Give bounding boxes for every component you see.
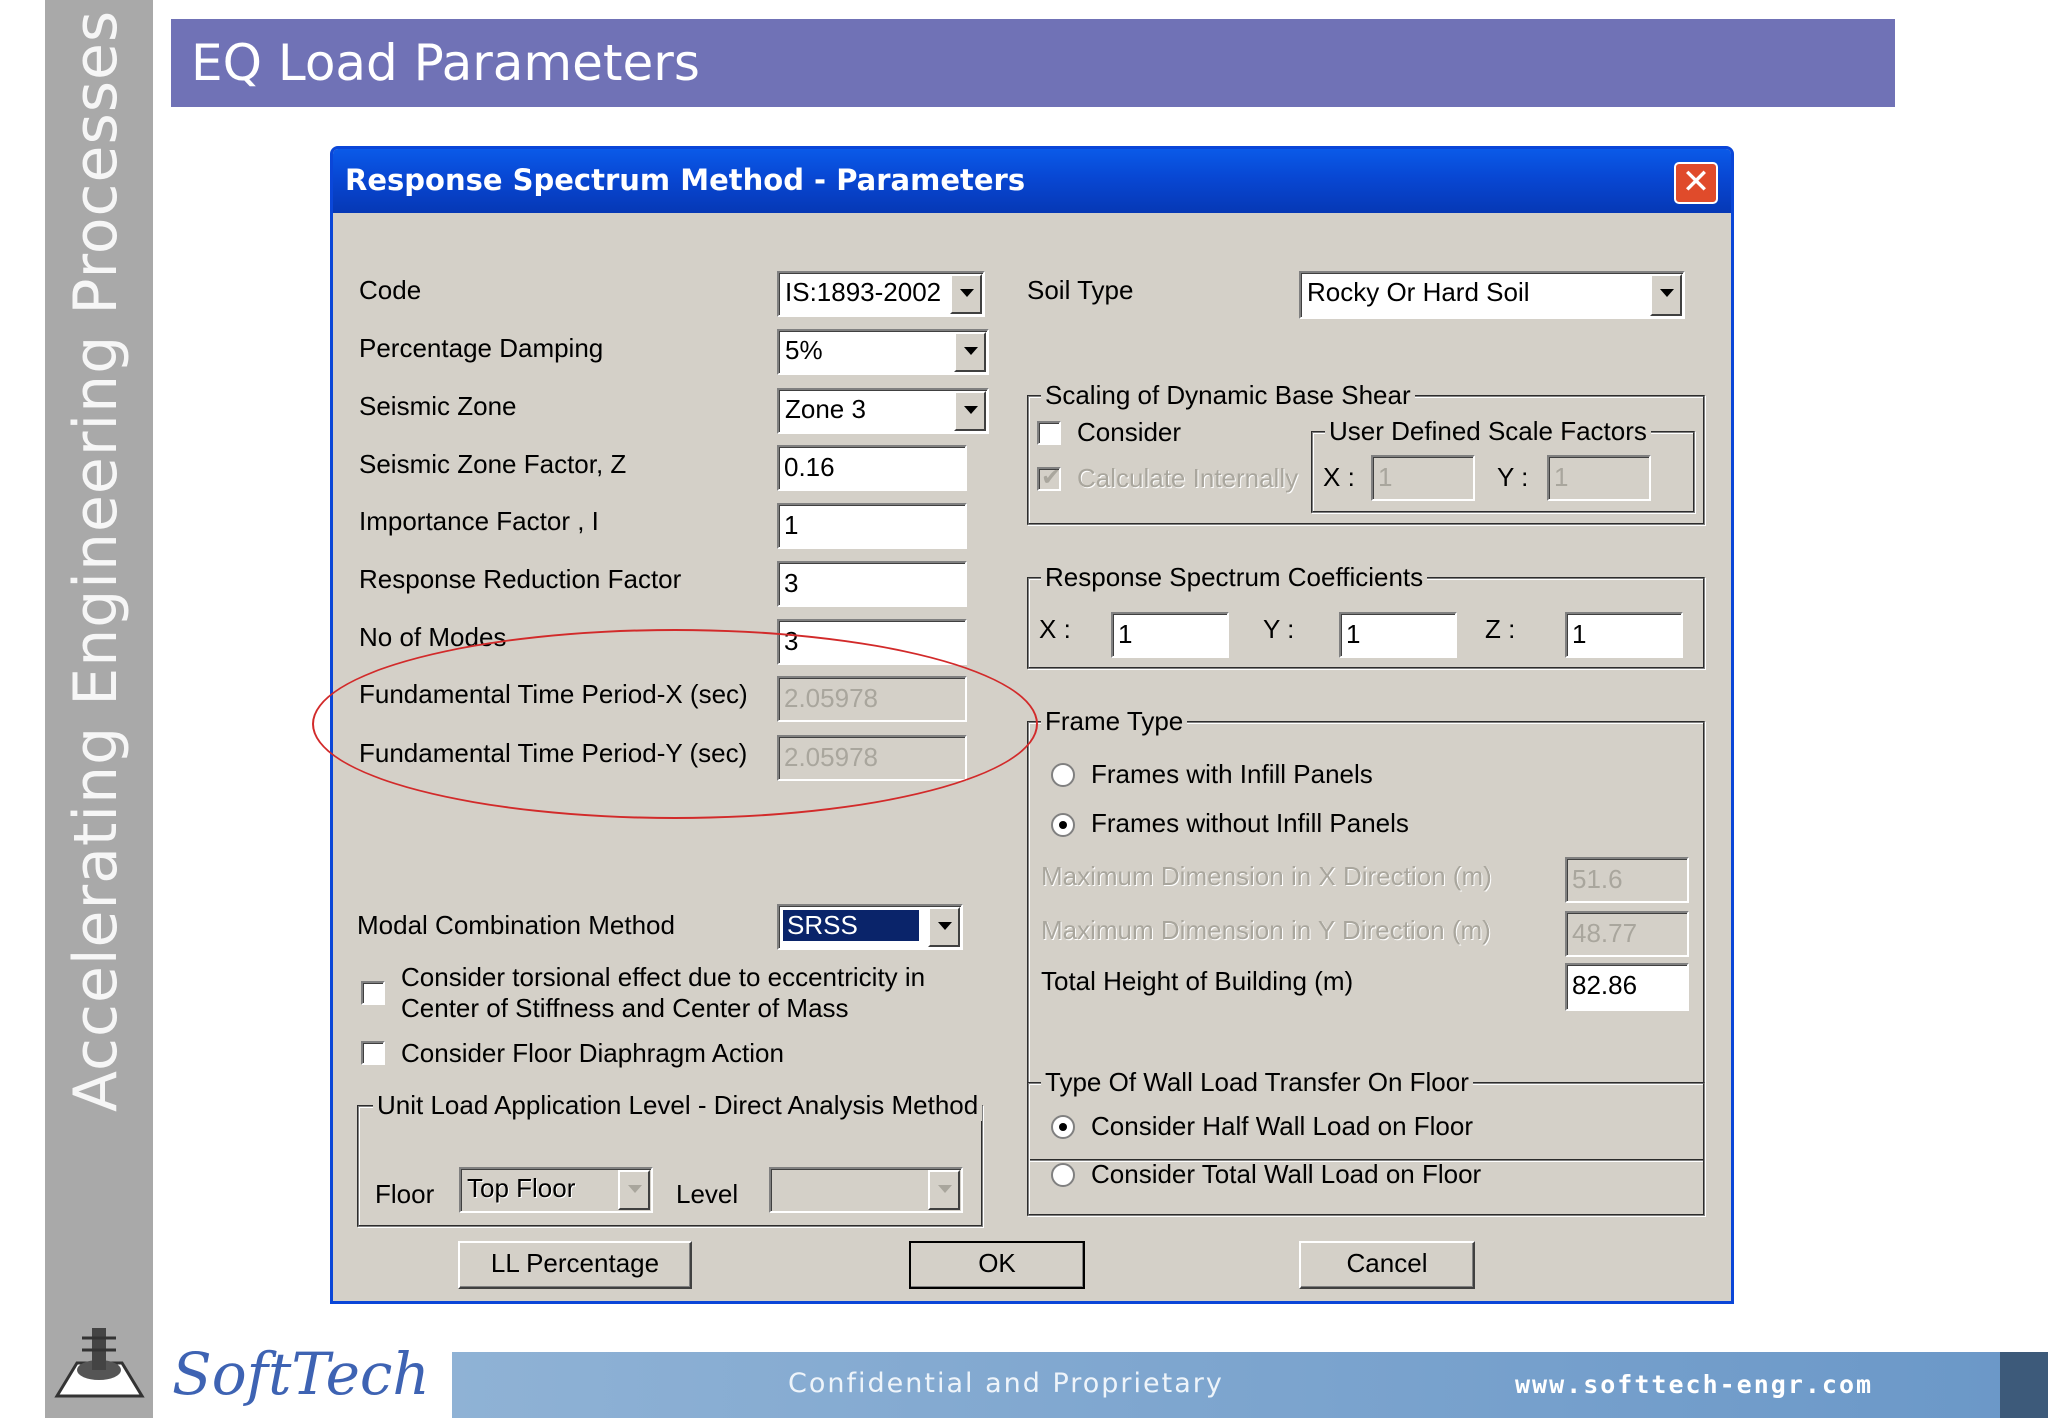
half-wall-label: Consider Half Wall Load on Floor	[1091, 1111, 1473, 1141]
highlight-ellipse	[312, 629, 1038, 819]
frames-without-infill-label: Frames without Infill Panels	[1091, 808, 1409, 838]
dialog-titlebar[interactable]: Response Spectrum Method - Parameters ✕	[333, 149, 1731, 213]
chevron-down-icon[interactable]	[954, 391, 986, 431]
level-label: Level	[676, 1179, 739, 1209]
frames-with-infill-radio[interactable]	[1051, 763, 1075, 787]
torsional-checkbox[interactable]	[361, 981, 385, 1005]
ok-button[interactable]: OK	[909, 1241, 1085, 1289]
rsc-y-label: Y :	[1263, 614, 1295, 644]
footer-accent	[2000, 1352, 2048, 1418]
rsc-z-label: Z :	[1485, 614, 1516, 644]
max-x-label: Maximum Dimension in X Direction (m)	[1041, 861, 1492, 891]
floor-select: Top Floor	[459, 1167, 653, 1213]
zone-value: Zone 3	[785, 394, 866, 424]
footer-url: www.softtech-engr.com	[1515, 1370, 1874, 1399]
torsional-label-line2: Center of Stiffness and Center of Mass	[401, 993, 849, 1023]
wall-load-group: Type Of Wall Load Transfer On Floor	[1027, 1067, 1705, 1216]
code-label: Code	[359, 275, 422, 305]
zone-label: Seismic Zone	[359, 391, 517, 421]
total-wall-radio[interactable]	[1051, 1163, 1075, 1187]
consider-scaling-label: Consider	[1077, 417, 1182, 447]
total-wall-label: Consider Total Wall Load on Floor	[1091, 1159, 1482, 1189]
chevron-down-icon	[928, 1170, 960, 1210]
frames-with-infill-label: Frames with Infill Panels	[1091, 759, 1373, 789]
sidebar-tagline: Accelerating Engineering Processes	[61, 9, 131, 1112]
half-wall-radio[interactable]	[1051, 1115, 1075, 1139]
user-scale-title: User Defined Scale Factors	[1325, 416, 1651, 447]
close-button[interactable]: ✕	[1674, 162, 1718, 204]
chevron-down-icon	[618, 1170, 650, 1210]
company-emblem-icon	[54, 1328, 145, 1398]
rsc-y-input[interactable]: 1	[1339, 612, 1457, 658]
chevron-down-icon[interactable]	[928, 907, 960, 947]
modal-label: Modal Combination Method	[357, 910, 675, 940]
scale-x-input: 1	[1371, 455, 1475, 501]
chevron-down-icon[interactable]	[1650, 274, 1682, 316]
frames-without-infill-radio[interactable]	[1051, 813, 1075, 837]
damping-select[interactable]: 5%	[777, 329, 989, 375]
slide-title: EQ Load Parameters	[191, 34, 700, 92]
soil-label: Soil Type	[1027, 275, 1134, 305]
dialog-title: Response Spectrum Method - Parameters	[345, 163, 1026, 197]
scaling-title: Scaling of Dynamic Base Shear	[1041, 380, 1415, 411]
rsc-x-input[interactable]: 1	[1111, 612, 1229, 658]
footer-confidential: Confidential and Proprietary	[788, 1368, 1224, 1399]
scale-y-input: 1	[1547, 455, 1651, 501]
cancel-button[interactable]: Cancel	[1299, 1241, 1475, 1289]
damping-value: 5%	[785, 335, 823, 365]
calc-internally-checkbox: ✔	[1037, 463, 1061, 491]
damping-label: Percentage Damping	[359, 333, 604, 363]
soil-select[interactable]: Rocky Or Hard Soil	[1299, 271, 1685, 319]
consider-scaling-checkbox[interactable]	[1037, 421, 1061, 445]
zone-factor-input[interactable]: 0.16	[777, 445, 967, 491]
height-label: Total Height of Building (m)	[1041, 966, 1354, 996]
level-select	[769, 1167, 963, 1213]
scale-x-label: X :	[1323, 462, 1355, 492]
diaphragm-label: Consider Floor Diaphragm Action	[401, 1038, 784, 1068]
max-y-input: 48.77	[1565, 911, 1689, 957]
reduction-label: Response Reduction Factor	[359, 564, 682, 594]
torsional-label-line1: Consider torsional effect due to eccentr…	[401, 962, 926, 992]
importance-label: Importance Factor , I	[359, 506, 599, 536]
modal-value: SRSS	[783, 910, 919, 941]
floor-value: Top Floor	[467, 1173, 576, 1203]
wall-load-title: Type Of Wall Load Transfer On Floor	[1041, 1067, 1473, 1098]
rsc-z-input[interactable]: 1	[1565, 612, 1683, 658]
reduction-input[interactable]: 3	[777, 561, 967, 607]
rsc-title: Response Spectrum Coefficients	[1041, 562, 1428, 593]
floor-label: Floor	[375, 1179, 435, 1209]
zone-select[interactable]: Zone 3	[777, 388, 989, 434]
max-x-input: 51.6	[1565, 857, 1689, 903]
zone-factor-label: Seismic Zone Factor, Z	[359, 449, 627, 479]
code-value: IS:1893-2002	[785, 277, 942, 307]
height-input[interactable]: 82.86	[1565, 963, 1689, 1011]
check-icon: ✔	[1041, 463, 1062, 491]
unit-load-title: Unit Load Application Level - Direct Ana…	[373, 1090, 983, 1121]
rsc-x-label: X :	[1039, 614, 1071, 644]
diaphragm-checkbox[interactable]	[361, 1041, 385, 1065]
modal-select[interactable]: SRSS	[777, 904, 963, 950]
frame-type-title: Frame Type	[1041, 706, 1188, 737]
chevron-down-icon[interactable]	[954, 332, 986, 372]
company-logo: SoftTech	[172, 1340, 430, 1408]
soil-value: Rocky Or Hard Soil	[1307, 277, 1530, 307]
chevron-down-icon[interactable]	[950, 274, 982, 314]
max-y-label: Maximum Dimension in Y Direction (m)	[1041, 915, 1491, 945]
scale-y-label: Y :	[1497, 462, 1529, 492]
ll-percentage-button[interactable]: LL Percentage	[458, 1241, 692, 1289]
importance-input[interactable]: 1	[777, 503, 967, 549]
calc-internally-label: Calculate Internally	[1077, 463, 1299, 493]
code-select[interactable]: IS:1893-2002	[777, 271, 985, 317]
